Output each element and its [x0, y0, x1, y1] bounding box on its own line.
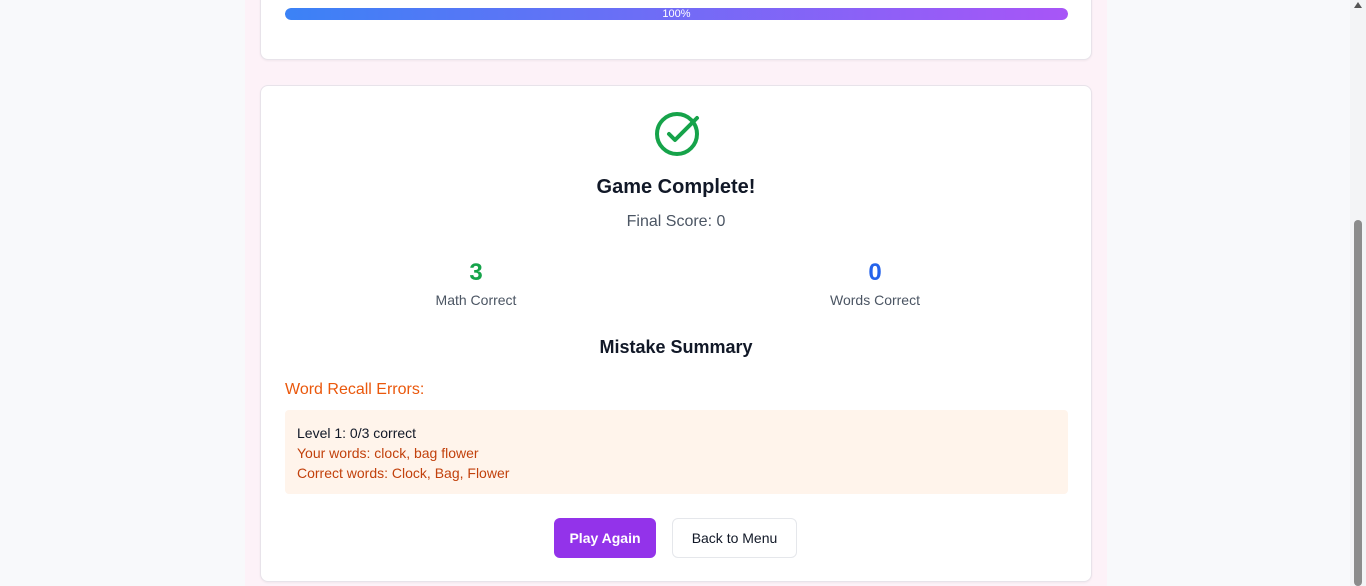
- scroll-thumb[interactable]: [1354, 220, 1362, 586]
- results-card: Game Complete! Final Score: 0 3 Math Cor…: [260, 85, 1092, 582]
- stat-math: 3 Math Correct: [376, 258, 576, 308]
- check-circle-icon: [655, 112, 699, 156]
- final-score: Final Score: 0: [261, 213, 1091, 231]
- progress-card: 100%: [260, 0, 1092, 60]
- scroll-up-arrow-icon[interactable]: [1354, 2, 1362, 8]
- progress-label: 100%: [662, 8, 691, 20]
- word-error-item: Level 1: 0/3 correct Your words: clock, …: [285, 410, 1068, 494]
- result-title: Game Complete!: [596, 176, 756, 198]
- stat-words: 0 Words Correct: [775, 258, 975, 308]
- content-column: 100% Game Complete! Final Score: 0 3 Mat…: [245, 0, 1107, 586]
- back-to-menu-button[interactable]: Back to Menu: [672, 518, 797, 558]
- correct-words: Correct words: Clock, Bag, Flower: [297, 465, 510, 481]
- error-level: Level 1: 0/3 correct: [297, 425, 417, 441]
- progress-bar: 100%: [285, 8, 1068, 20]
- scrollbar[interactable]: [1350, 0, 1366, 586]
- word-recall-errors-heading: Word Recall Errors:: [285, 381, 425, 398]
- play-again-button[interactable]: Play Again: [554, 518, 656, 558]
- final-score-text: Final Score: 0: [626, 213, 726, 230]
- page: 100% Game Complete! Final Score: 0 3 Mat…: [0, 0, 1366, 586]
- words-correct-label: Words Correct: [830, 292, 920, 308]
- your-words: Your words: clock, bag flower: [297, 445, 479, 461]
- mistake-summary-title: Mistake Summary: [599, 337, 753, 357]
- words-correct-value: 0: [868, 259, 882, 286]
- math-correct-label: Math Correct: [435, 292, 517, 308]
- math-correct-value: 3: [469, 259, 483, 286]
